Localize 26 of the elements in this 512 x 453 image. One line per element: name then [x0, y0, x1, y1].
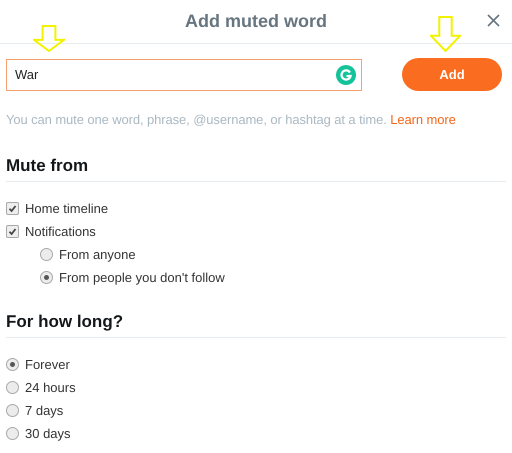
close-icon[interactable] — [487, 14, 500, 27]
add-button[interactable]: Add — [402, 58, 502, 91]
help-text: You can mute one word, phrase, @username, or hashtag at a time. Learn more — [6, 112, 457, 127]
section-heading: Mute from — [6, 156, 506, 182]
radio-button[interactable] — [6, 427, 19, 440]
option-label: Home timeline — [25, 201, 108, 216]
learn-more-link[interactable]: Learn more — [390, 112, 456, 127]
option-label: 24 hours — [25, 380, 76, 395]
section-heading: For how long? — [6, 312, 506, 338]
radio-button[interactable] — [40, 271, 53, 284]
radio-button[interactable] — [6, 381, 19, 394]
arrow-icon — [430, 16, 461, 52]
arrow-icon — [33, 25, 65, 52]
option-label: Notifications — [25, 224, 96, 239]
radio-button[interactable] — [6, 358, 19, 371]
radio-button[interactable] — [40, 248, 53, 261]
radio-button[interactable] — [6, 404, 19, 417]
checkbox[interactable] — [6, 225, 19, 238]
option-label: 30 days — [25, 426, 71, 441]
dialog-title: Add muted word — [185, 11, 327, 32]
option-label: From people you don't follow — [59, 270, 225, 285]
word-input-field[interactable]: War — [6, 58, 362, 90]
option-label: 7 days — [25, 403, 64, 418]
checkbox[interactable] — [6, 202, 19, 215]
option-label: From anyone — [59, 247, 136, 262]
option-label: Forever — [25, 357, 70, 372]
